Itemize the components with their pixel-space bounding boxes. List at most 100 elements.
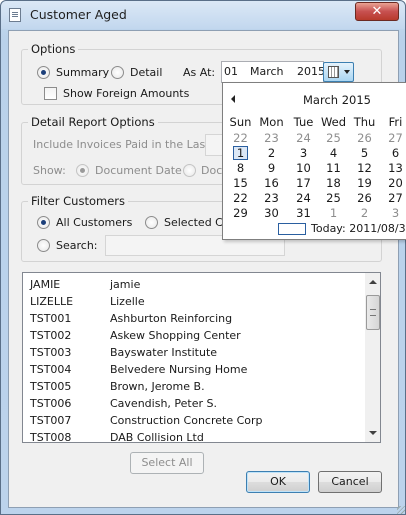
- options-legend: Options: [28, 42, 79, 56]
- calendar-day[interactable]: 29: [225, 206, 256, 221]
- calendar-day[interactable]: 19: [349, 176, 380, 191]
- calendar-day[interactable]: 24: [288, 131, 319, 146]
- previous-month-icon[interactable]: [231, 95, 235, 103]
- date-year[interactable]: 2015: [297, 65, 325, 78]
- summary-label[interactable]: Summary: [56, 66, 109, 79]
- list-scrollbar[interactable]: [365, 273, 380, 442]
- customer-code: TST008: [30, 431, 72, 443]
- detail-label[interactable]: Detail: [130, 66, 162, 79]
- calendar-day[interactable]: 2: [349, 206, 380, 221]
- all-customers-label[interactable]: All Customers: [56, 216, 132, 229]
- calendar-day[interactable]: 3: [380, 206, 406, 221]
- include-invoices-label: Include Invoices Paid in the Last: [33, 138, 210, 151]
- weekday-header: Mon: [259, 115, 284, 129]
- calendar-day[interactable]: 27: [380, 131, 406, 146]
- calendar-day[interactable]: 25: [318, 191, 349, 206]
- calendar-day[interactable]: 5: [349, 146, 380, 161]
- calendar-day[interactable]: 26: [349, 191, 380, 206]
- calendar-day[interactable]: 18: [318, 176, 349, 191]
- list-item[interactable]: LIZELLE Lizelle: [23, 293, 363, 310]
- calendar-day[interactable]: 4: [318, 146, 349, 161]
- calendar-day[interactable]: 1: [318, 206, 349, 221]
- calendar-day[interactable]: 2: [256, 146, 287, 161]
- scroll-up-icon[interactable]: [369, 280, 377, 284]
- date-day[interactable]: 01: [224, 65, 238, 78]
- calendar-dropdown-button[interactable]: [323, 62, 354, 82]
- calendar-day[interactable]: 22: [225, 191, 256, 206]
- calendar-month-label[interactable]: March 2015: [303, 93, 371, 107]
- customer-aged-window: Customer Aged ✕ Options Summary Detail A…: [0, 0, 406, 515]
- calendar-day[interactable]: 13: [380, 161, 406, 176]
- ok-button[interactable]: OK: [246, 471, 310, 493]
- list-item[interactable]: TST007 Construction Concrete Corp: [23, 412, 363, 429]
- document-date-label[interactable]: Document Date: [95, 164, 182, 177]
- show-foreign-label[interactable]: Show Foreign Amounts: [63, 87, 189, 100]
- calendar-day[interactable]: 9: [256, 161, 287, 176]
- calendar-day[interactable]: 16: [256, 176, 287, 191]
- list-item[interactable]: TST005 Brown, Jerome B.: [23, 378, 363, 395]
- as-at-date-field[interactable]: 01 March 2015: [221, 61, 325, 83]
- list-item[interactable]: TST001 Ashburton Reinforcing: [23, 310, 363, 327]
- calendar-day[interactable]: 11: [318, 161, 349, 176]
- calendar-day[interactable]: 15: [225, 176, 256, 191]
- list-item[interactable]: TST002 Askew Shopping Center: [23, 327, 363, 344]
- customer-list[interactable]: JAMIE jamie LIZELLE Lizelle TST001 Ashburton …: [22, 272, 381, 443]
- list-item[interactable]: TST008 DAB Collision Ltd: [23, 429, 363, 443]
- select-all-button[interactable]: Select All: [130, 452, 204, 474]
- calendar-day[interactable]: 22: [225, 131, 256, 146]
- document-date-radio[interactable]: [76, 164, 89, 177]
- customer-code: LIZELLE: [30, 295, 74, 308]
- detail-radio[interactable]: [111, 66, 124, 79]
- date-month[interactable]: March: [250, 65, 284, 78]
- calendar-day[interactable]: 12: [349, 161, 380, 176]
- calendar-day[interactable]: 31: [288, 206, 319, 221]
- customer-code: TST005: [30, 380, 72, 393]
- list-item[interactable]: TST006 Cavendish, Peter S.: [23, 395, 363, 412]
- customer-code: JAMIE: [30, 278, 61, 291]
- list-item[interactable]: JAMIE jamie: [23, 276, 363, 293]
- calendar-day[interactable]: 6: [380, 146, 406, 161]
- customer-name: Bayswater Institute: [110, 346, 218, 359]
- weekday-header: Tue: [293, 115, 314, 129]
- calendar-day[interactable]: 10: [288, 161, 319, 176]
- calendar-day[interactable]: 25: [318, 131, 349, 146]
- calendar-day[interactable]: 3: [288, 146, 319, 161]
- show-foreign-checkbox[interactable]: [44, 87, 57, 100]
- calendar-day[interactable]: 8: [225, 161, 256, 176]
- weekday-header: Sun: [229, 115, 252, 129]
- doc-radio[interactable]: [183, 164, 196, 177]
- weekday-header: Wed: [320, 115, 347, 129]
- search-label[interactable]: Search:: [56, 239, 98, 252]
- all-customers-radio[interactable]: [37, 216, 50, 229]
- customer-name: Construction Concrete Corp: [110, 414, 263, 427]
- list-item[interactable]: TST003 Bayswater Institute: [23, 344, 363, 361]
- calendar-day[interactable]: 23: [256, 191, 287, 206]
- title-bar[interactable]: Customer Aged ✕: [1, 1, 405, 29]
- today-link[interactable]: Today: 2011/08/30: [311, 222, 406, 235]
- resize-grip[interactable]: [397, 506, 405, 514]
- customer-name: Cavendish, Peter S.: [110, 397, 217, 410]
- customer-code: TST003: [30, 346, 72, 359]
- calendar-popup[interactable]: March 2015 Today: 2011/08/30 Sun Mon Tue We…: [222, 82, 406, 240]
- calendar-day[interactable]: 17: [288, 176, 319, 191]
- calendar-day[interactable]: 1: [225, 146, 256, 161]
- close-button[interactable]: ✕: [355, 2, 399, 21]
- calendar-day[interactable]: 27: [380, 191, 406, 206]
- summary-radio[interactable]: [37, 66, 50, 79]
- selected-customers-label[interactable]: Selected Cu: [164, 216, 230, 229]
- search-radio[interactable]: [37, 239, 50, 252]
- customer-name: DAB Collision Ltd: [110, 431, 204, 443]
- calendar-day[interactable]: 30: [256, 206, 287, 221]
- customer-name: Brown, Jerome B.: [110, 380, 205, 393]
- scroll-down-icon[interactable]: [369, 431, 377, 435]
- calendar-day[interactable]: 20: [380, 176, 406, 191]
- selected-customers-radio[interactable]: [145, 216, 158, 229]
- doc-label[interactable]: Doc: [201, 164, 222, 177]
- document-icon: [9, 8, 21, 22]
- list-item[interactable]: TST004 Belvedere Nursing Home: [23, 361, 363, 378]
- calendar-day[interactable]: 26: [349, 131, 380, 146]
- scroll-thumb[interactable]: [366, 295, 380, 330]
- calendar-day[interactable]: 23: [256, 131, 287, 146]
- calendar-day[interactable]: 24: [288, 191, 319, 206]
- cancel-button[interactable]: Cancel: [318, 471, 382, 493]
